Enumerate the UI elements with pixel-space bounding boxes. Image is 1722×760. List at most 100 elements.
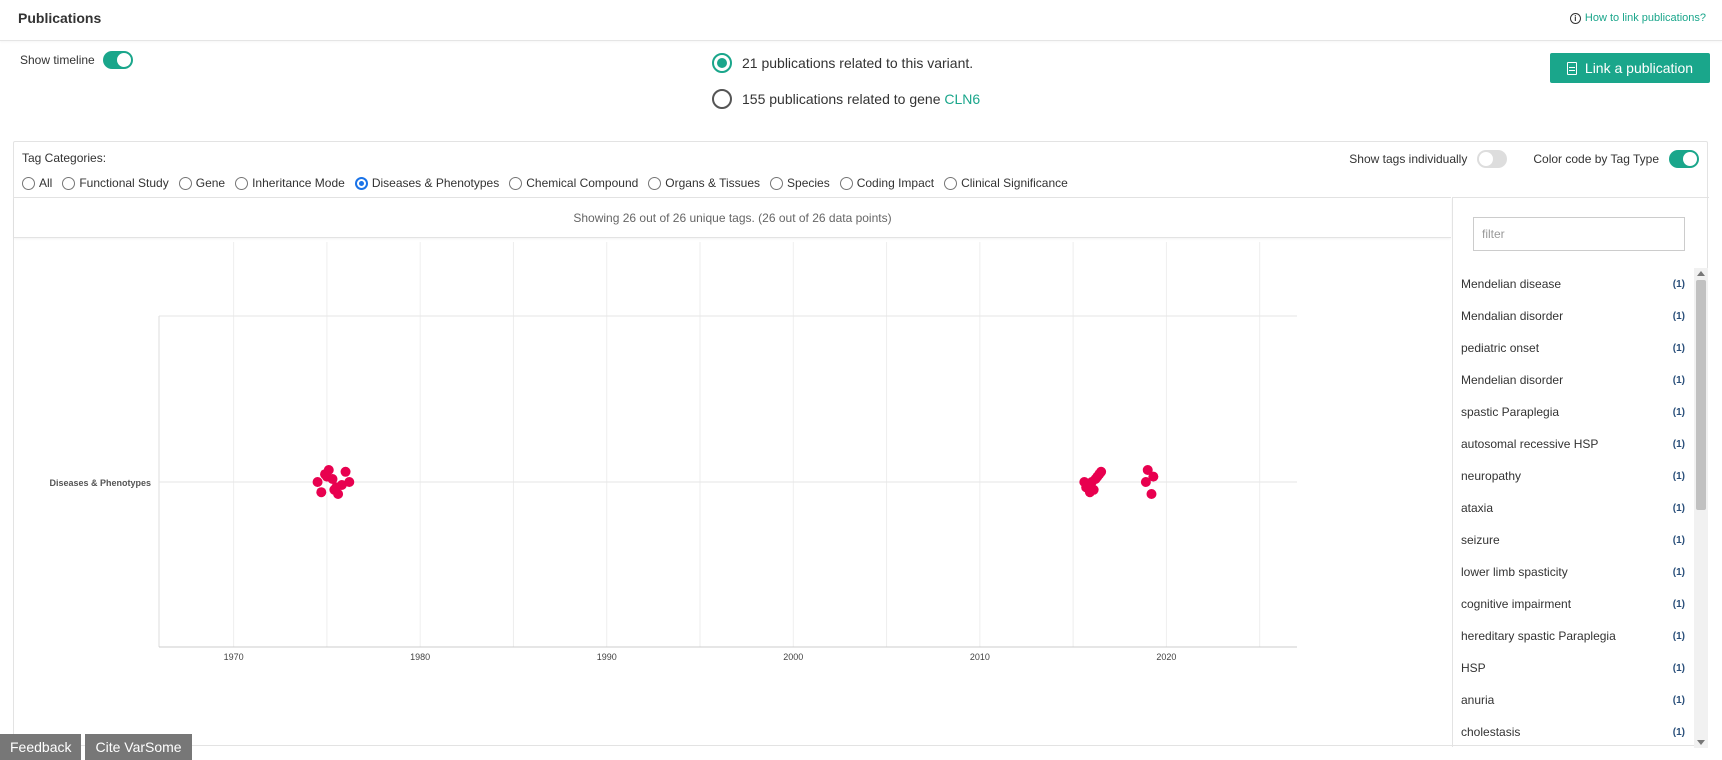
data-point <box>340 466 351 477</box>
x-tick-label: 1980 <box>410 652 430 662</box>
tag-list-item[interactable]: cholestasis (1) <box>1453 716 1693 748</box>
tag-category-radio[interactable] <box>648 176 662 190</box>
x-tick-label: 1990 <box>597 652 617 662</box>
tag-category-option[interactable]: Organs & Tissues <box>648 176 760 190</box>
show-timeline-control: Show timeline <box>20 51 133 69</box>
timeline-chart-area: Showing 26 out of 26 unique tags. (26 ou… <box>14 197 1451 747</box>
tag-category-label: Species <box>787 176 830 190</box>
scrollbar-thumb[interactable] <box>1696 280 1706 510</box>
tag-name: lower limb spasticity <box>1461 565 1568 579</box>
scope-gene-radio[interactable] <box>712 89 732 109</box>
x-tick-label: 2010 <box>970 652 990 662</box>
tag-category-radio[interactable] <box>354 176 368 190</box>
tag-name: Mendalian disorder <box>1461 309 1564 323</box>
tag-name: hereditary spastic Paraplegia <box>1461 629 1616 643</box>
tag-count: (1) <box>1672 630 1685 642</box>
tag-category-option[interactable]: Chemical Compound <box>509 176 638 190</box>
tag-list-item[interactable]: pediatric onset (1) <box>1453 332 1693 364</box>
tag-category-radio[interactable] <box>839 176 853 190</box>
tag-categories-group: All Functional Study Gene Inheritance Mode D… <box>22 176 1068 190</box>
publication-scope-group: 21 publications related to this variant.… <box>712 52 980 124</box>
tag-category-label: Chemical Compound <box>526 176 639 190</box>
data-point <box>1146 489 1157 499</box>
data-point <box>323 465 334 475</box>
color-code-label: Color code by Tag Type <box>1533 152 1659 166</box>
data-point <box>1079 477 1090 487</box>
tag-list-item[interactable]: hereditary spastic Paraplegia (1) <box>1453 620 1693 652</box>
tag-category-option[interactable]: Functional Study <box>62 176 169 190</box>
tag-list-item[interactable]: lower limb spasticity (1) <box>1453 556 1693 588</box>
tag-category-option[interactable]: All <box>22 176 52 190</box>
tag-category-radio[interactable] <box>178 176 192 190</box>
tag-list-item[interactable]: cognitive impairment (1) <box>1453 588 1693 620</box>
tag-list-item[interactable]: HSP (1) <box>1453 652 1693 684</box>
tag-count: (1) <box>1672 278 1685 290</box>
show-tags-individually-toggle[interactable] <box>1477 150 1508 168</box>
tag-count: (1) <box>1672 438 1685 450</box>
tag-list-item[interactable]: seizure (1) <box>1453 524 1693 556</box>
tag-count: (1) <box>1672 374 1685 386</box>
scroll-up-icon[interactable] <box>1697 271 1705 276</box>
tag-category-option[interactable]: Clinical Significance <box>944 176 1068 190</box>
x-tick-label: 2000 <box>783 652 803 662</box>
tag-count: (1) <box>1672 662 1685 674</box>
info-icon: i <box>1569 12 1581 24</box>
data-point <box>312 477 323 487</box>
tag-list-item[interactable]: Mendalian disorder (1) <box>1453 300 1693 332</box>
scope-gene-option[interactable]: 155 publications related to gene CLN6 <box>712 88 980 110</box>
tag-count: (1) <box>1672 566 1685 578</box>
tag-category-radio[interactable] <box>770 176 784 190</box>
tag-count: (1) <box>1672 310 1685 322</box>
tag-category-radio[interactable] <box>944 176 958 190</box>
data-point <box>1148 471 1159 482</box>
tag-display-toggles: Show tags individually Color code by Tag… <box>1349 150 1699 168</box>
scope-variant-option[interactable]: 21 publications related to this variant. <box>712 52 980 74</box>
tag-name: anuria <box>1461 693 1495 707</box>
tag-name: HSP <box>1461 661 1486 675</box>
tag-category-radio[interactable] <box>235 176 249 190</box>
tag-list-item[interactable]: autosomal recessive HSP (1) <box>1453 428 1693 460</box>
show-tags-individually-label: Show tags individually <box>1349 152 1468 166</box>
tag-category-option[interactable]: Coding Impact <box>839 176 935 190</box>
tag-category-option[interactable]: Gene <box>178 176 225 190</box>
scope-variant-radio[interactable] <box>712 53 732 73</box>
tag-list-item[interactable]: neuropathy (1) <box>1453 460 1693 492</box>
tag-filter-input[interactable] <box>1473 217 1685 251</box>
tag-name: ataxia <box>1461 501 1494 515</box>
scroll-down-icon[interactable] <box>1697 740 1705 745</box>
tag-category-option[interactable]: Species <box>770 176 830 190</box>
timeline-chart: Diseases & Phenotypes 1970 1980 1990 2000 201… <box>49 242 1297 662</box>
page-title: Publications <box>18 10 102 26</box>
data-point <box>333 489 344 499</box>
tag-category-radio[interactable] <box>22 176 35 190</box>
tag-count: (1) <box>1672 342 1685 354</box>
show-timeline-toggle[interactable] <box>102 51 133 69</box>
tag-name: autosomal recessive HSP <box>1461 437 1599 451</box>
tag-list-item[interactable]: Mendelian disorder (1) <box>1453 364 1693 396</box>
link-publication-button[interactable]: Link a publication <box>1550 53 1710 83</box>
tag-name: cognitive impairment <box>1461 597 1572 611</box>
tag-list-item[interactable]: Mendelian disease (1) <box>1453 268 1693 300</box>
feedback-button[interactable]: Feedback <box>0 734 82 760</box>
tag-category-option[interactable]: Diseases & Phenotypes <box>354 176 499 190</box>
scope-variant-label: 21 publications related to this variant. <box>742 55 974 71</box>
how-to-link-link[interactable]: i How to link publications? <box>1569 12 1706 24</box>
tag-count: (1) <box>1672 502 1685 514</box>
color-code-toggle[interactable] <box>1669 150 1699 168</box>
tag-list-item[interactable]: anuria (1) <box>1453 684 1693 716</box>
document-icon <box>1566 61 1577 75</box>
tag-list-scrollbar[interactable] <box>1694 268 1708 748</box>
tag-category-label: Clinical Significance <box>961 176 1068 190</box>
tag-category-option[interactable]: Inheritance Mode <box>235 176 345 190</box>
data-point <box>1088 484 1099 495</box>
tag-name: pediatric onset <box>1461 341 1540 355</box>
tag-list-item[interactable]: spastic Paraplegia (1) <box>1453 396 1693 428</box>
gene-link[interactable]: CLN6 <box>944 91 980 107</box>
tag-category-radio[interactable] <box>509 176 523 190</box>
tag-category-radio[interactable] <box>62 176 76 190</box>
tag-list-item[interactable]: ataxia (1) <box>1453 492 1693 524</box>
tag-category-label: Coding Impact <box>856 176 935 190</box>
tag-count: (1) <box>1672 726 1685 738</box>
cite-varsome-button[interactable]: Cite VarSome <box>85 734 192 760</box>
tag-name: Mendelian disorder <box>1461 373 1564 387</box>
